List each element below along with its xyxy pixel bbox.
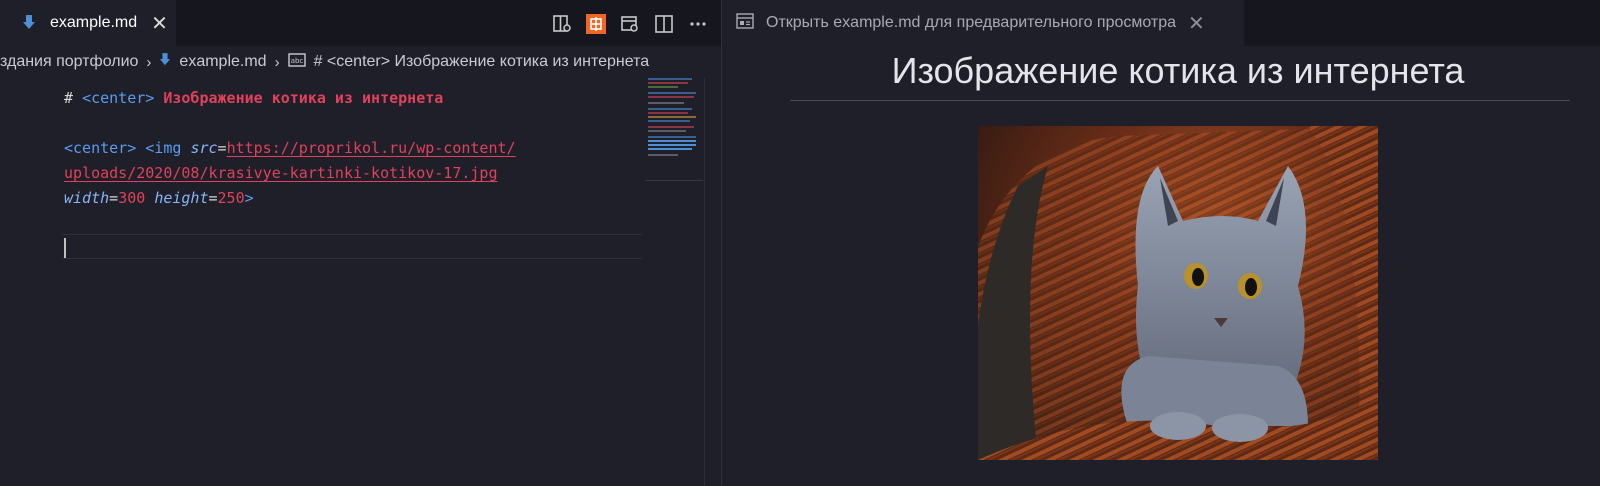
minimap-line — [648, 112, 688, 114]
current-line-highlight — [62, 234, 642, 259]
open-changes-icon[interactable] — [551, 13, 573, 35]
minimap-line — [648, 78, 692, 80]
code-line-5: width=300 height=250> — [64, 186, 644, 211]
markdown-file-icon — [159, 52, 171, 73]
string-symbol-icon: abc — [287, 52, 306, 72]
minimap-line — [648, 102, 684, 104]
tab-label: example.md — [50, 14, 138, 31]
minimap-line — [648, 116, 696, 118]
minimap[interactable] — [648, 78, 700, 178]
punct: = — [109, 189, 119, 207]
minimap-line — [648, 126, 694, 128]
attr-name: width — [64, 189, 110, 207]
minimap-line — [648, 86, 678, 88]
code-line-3: <center> <img src=https://proprikol.ru/w… — [64, 136, 644, 161]
chevron-right-icon: › — [274, 53, 280, 71]
chevron-right-icon: › — [146, 53, 152, 71]
md-hash: # — [64, 89, 83, 107]
svg-text:abc: abc — [290, 57, 303, 65]
editor-tab-bar: example.md ✕ — [0, 0, 721, 46]
minimap-line — [648, 92, 696, 94]
punct: = — [217, 139, 227, 157]
minimap-viewport-edge — [645, 180, 703, 181]
attr-name: height — [154, 189, 209, 207]
url-link[interactable]: https://proprikol.ru/wp-content/ — [227, 139, 516, 157]
html-tag: <center> <img — [64, 139, 191, 157]
code-line-1: # <center> Изображение котика из интерне… — [64, 86, 644, 111]
punct: = — [208, 189, 218, 207]
tab-preview[interactable]: Открыть example.md для предварительного … — [722, 0, 1244, 46]
preview-heading: Изображение котика из интернета — [891, 50, 1465, 91]
text-cursor — [64, 238, 66, 258]
attr-value: 250 — [217, 189, 245, 207]
extension-icon[interactable] — [585, 13, 607, 35]
attr-name: src — [190, 139, 218, 157]
html-tag: <center> — [82, 89, 155, 107]
url-link[interactable]: uploads/2020/08/krasivye-kartinki-kotiko… — [64, 164, 497, 182]
minimap-line — [648, 140, 696, 142]
minimap-line — [648, 96, 694, 98]
minimap-line — [648, 136, 696, 138]
heading-divider — [790, 100, 1570, 101]
vscode-window: example.md ✕ здания портфолио › example.… — [0, 0, 1600, 486]
breadcrumb-file[interactable]: example.md — [179, 53, 266, 71]
breadcrumb-folder[interactable]: здания портфолио — [0, 53, 138, 71]
cat-image — [978, 126, 1378, 460]
preview-tab-bar: Открыть example.md для предварительного … — [722, 0, 1600, 46]
preview-icon — [736, 13, 754, 33]
close-icon[interactable]: ✕ — [151, 13, 168, 33]
minimap-line — [648, 148, 692, 150]
heading-text: Изображение котика из интернета — [154, 89, 444, 107]
markdown-file-icon — [22, 14, 36, 32]
editor-actions — [551, 12, 721, 36]
editor-group: example.md ✕ здания портфолио › example.… — [0, 0, 721, 486]
split-editor-icon[interactable] — [653, 13, 675, 35]
minimap-line — [648, 144, 696, 146]
preview-group: Открыть example.md для предварительного … — [722, 0, 1600, 486]
breadcrumb: здания портфолио › example.md › abc # <c… — [0, 46, 721, 78]
vertical-scrollbar[interactable] — [704, 78, 705, 486]
minimap-line — [648, 82, 688, 84]
minimap-line — [648, 108, 692, 110]
tab-example-md[interactable]: example.md ✕ — [0, 0, 176, 46]
tab-label: Открыть example.md для предварительного … — [766, 14, 1177, 31]
punct — [145, 189, 154, 207]
attr-value: 300 — [118, 189, 146, 207]
minimap-line — [648, 154, 678, 156]
open-preview-side-icon[interactable] — [619, 13, 641, 35]
breadcrumb-symbol[interactable]: # <center> Изображение котика из интерне… — [314, 53, 650, 71]
html-tag: > — [244, 189, 254, 207]
code-line-4: uploads/2020/08/krasivye-kartinki-kotiko… — [64, 161, 644, 186]
minimap-line — [648, 130, 686, 132]
close-icon[interactable]: ✕ — [1188, 13, 1205, 33]
more-actions-icon[interactable] — [687, 13, 709, 35]
code-editor[interactable]: # <center> Изображение котика из интерне… — [64, 86, 644, 211]
minimap-line — [648, 120, 690, 122]
